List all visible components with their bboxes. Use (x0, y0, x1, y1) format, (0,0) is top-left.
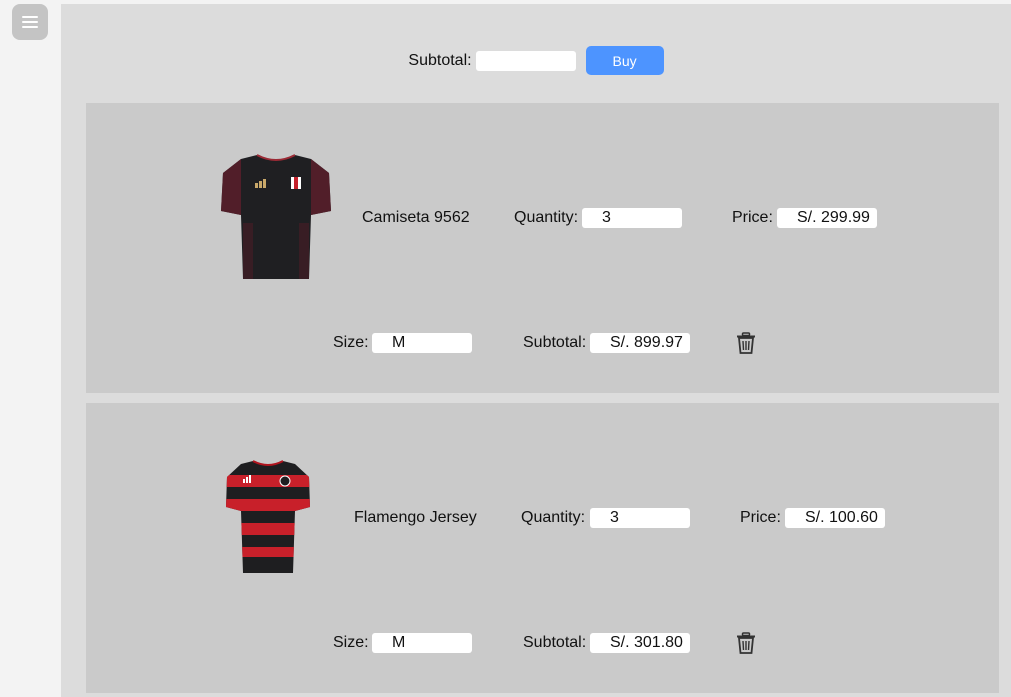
menu-button[interactable] (12, 4, 48, 40)
item-name: Camiseta 9562 (362, 209, 470, 226)
item-subtotal-field: S/. 301.80 (590, 633, 690, 653)
size-label: Size: (333, 634, 369, 651)
hamburger-menu-icon (22, 16, 38, 18)
cart-subtotal-field (475, 50, 576, 71)
size-select[interactable]: M (372, 633, 472, 653)
item-name: Flamengo Jersey (354, 509, 477, 526)
price-field: S/. 299.99 (777, 208, 877, 228)
cart-subtotal-label: Subtotal: (408, 51, 472, 69)
black-jersey-image (221, 154, 331, 279)
price-field: S/. 100.60 (785, 508, 885, 528)
size-select[interactable]: M (372, 333, 472, 353)
trash-icon[interactable] (736, 632, 756, 654)
cart-panel: Subtotal: Buy Camiseta 9562 Quantity: 3 … (61, 4, 1011, 697)
price-label: Price: (740, 509, 781, 526)
cart-item-card: Flamengo Jersey Quantity: 3 Price: S/. 1… (86, 403, 999, 693)
price-label: Price: (732, 209, 773, 226)
quantity-label: Quantity: (521, 509, 586, 526)
item-subtotal-field: S/. 899.97 (590, 333, 690, 353)
cart-summary-bar: Subtotal: Buy (61, 46, 1011, 75)
item-subtotal-label: Subtotal: (523, 334, 587, 351)
item-subtotal-label: Subtotal: (523, 634, 587, 651)
buy-button[interactable]: Buy (585, 46, 664, 75)
red-black-striped-jersey-image (226, 460, 310, 573)
quantity-input[interactable]: 3 (590, 508, 690, 528)
quantity-label: Quantity: (514, 209, 579, 226)
cart-item-card: Camiseta 9562 Quantity: 3 Price: S/. 299… (86, 103, 999, 393)
size-label: Size: (333, 334, 369, 351)
quantity-input[interactable]: 3 (582, 208, 682, 228)
trash-icon[interactable] (736, 332, 756, 354)
